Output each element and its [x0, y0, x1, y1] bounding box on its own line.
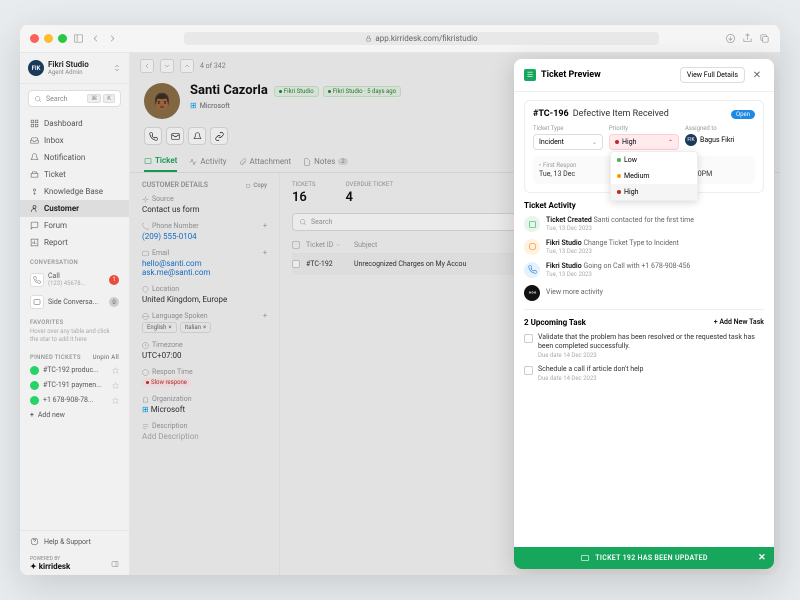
task-checkbox[interactable]: [524, 334, 533, 343]
pinned-item[interactable]: #TC-191 paymen...: [20, 378, 129, 393]
url-bar[interactable]: app.kirridesk.com/fikristudio: [184, 32, 659, 45]
help-support[interactable]: Help & Support: [30, 537, 119, 546]
nav-inbox[interactable]: Inbox: [20, 132, 129, 149]
view-more-activity[interactable]: View more activity: [524, 285, 764, 301]
status-badge: Open: [731, 110, 755, 119]
lock-icon: [365, 35, 372, 42]
section-favorites: FAVORITES: [20, 313, 129, 328]
phone-icon: [33, 276, 41, 284]
conversation-call[interactable]: Call(123) 45678... 1: [20, 268, 129, 291]
activity-item: Fikri Studio Change Ticket Type to Incid…: [524, 239, 764, 256]
forward-icon[interactable]: [107, 33, 118, 44]
ticket-preview-panel: ☰ Ticket Preview View Full Details ✕ #TC…: [514, 59, 774, 569]
whatsapp-icon: [30, 381, 39, 390]
ticket-subject: Defective Item Received: [573, 109, 669, 119]
pinned-item[interactable]: #TC-192 produc...: [20, 363, 129, 378]
pin-icon[interactable]: [112, 382, 119, 389]
back-icon[interactable]: [90, 33, 101, 44]
share-icon[interactable]: [742, 33, 753, 44]
traffic-lights: [30, 34, 67, 43]
conversation-side[interactable]: Side Conversa... 0: [20, 291, 129, 313]
priority-option-medium[interactable]: Medium: [611, 168, 697, 184]
close-dot[interactable]: [30, 34, 39, 43]
favorites-hint: Hover over any table and click the star …: [20, 328, 129, 348]
activity-title: Ticket Activity: [524, 201, 764, 210]
sidebar: FIK Fikri Studio Agent Admin Search ⌘K D…: [20, 53, 130, 575]
panel-logo-icon: ☰: [524, 69, 536, 81]
search-icon: [34, 95, 42, 103]
nav-ticket[interactable]: Ticket: [20, 166, 129, 183]
close-panel-button[interactable]: ✕: [750, 68, 764, 82]
nav-dashboard[interactable]: Dashboard: [20, 115, 129, 132]
copy-icon[interactable]: [759, 33, 770, 44]
pinned-item[interactable]: +1 678-908-78...: [20, 393, 129, 408]
tasks-title: 2 Upcoming Task: [524, 318, 586, 327]
call-icon: [524, 262, 540, 278]
panel-title: Ticket Preview: [541, 70, 675, 80]
whatsapp-icon: [30, 396, 39, 405]
nav-report[interactable]: Report: [20, 234, 129, 251]
ticket-id: #TC-196: [533, 109, 569, 119]
priority-option-high[interactable]: High: [611, 184, 697, 200]
nav-customer[interactable]: Customer: [20, 200, 129, 217]
task-checkbox[interactable]: [524, 366, 533, 375]
update-toast: TICKET 192 HAS BEEN UPDATED ✕: [514, 547, 774, 569]
titlebar: app.kirridesk.com/fikristudio: [20, 25, 780, 53]
priority-option-low[interactable]: Low: [611, 152, 697, 168]
unpin-all[interactable]: Unpin All: [93, 354, 119, 361]
activity-item: Fikri Studio Going on Call with +1 678-9…: [524, 262, 764, 279]
powered-by: POWERED BY✦ kirridesk: [20, 552, 129, 575]
add-task-button[interactable]: + Add New Task: [714, 318, 764, 326]
pin-icon[interactable]: [112, 367, 119, 374]
nav-knowledge-base[interactable]: Knowledge Base: [20, 183, 129, 200]
nav-forum[interactable]: Forum: [20, 217, 129, 234]
min-dot[interactable]: [44, 34, 53, 43]
download-icon[interactable]: [725, 33, 736, 44]
sidebar-icon[interactable]: [73, 33, 84, 44]
ticket-created-icon: [524, 216, 540, 232]
nav-notification[interactable]: Notification: [20, 149, 129, 166]
chevron-updown-icon: [113, 64, 121, 72]
priority-dropdown: Low Medium High: [610, 151, 698, 201]
url-text: app.kirridesk.com/fikristudio: [375, 34, 477, 43]
primary-nav: Dashboard Inbox Notification Ticket Know…: [20, 113, 129, 253]
assigned-to[interactable]: FIKBagus Fikri: [685, 134, 755, 146]
workspace-avatar: FIK: [28, 60, 44, 76]
activity-item: Ticket Created Santi contacted for the f…: [524, 216, 764, 233]
workspace-role: Agent Admin: [48, 69, 89, 76]
whatsapp-icon: [30, 366, 39, 375]
section-conversation: CONVERSATION: [20, 253, 129, 268]
section-pinned: PINNED TICKETS Unpin All: [20, 348, 129, 363]
badge-count: 1: [109, 275, 119, 285]
toast-close-button[interactable]: ✕: [758, 553, 766, 563]
search-input[interactable]: Search ⌘K: [28, 90, 121, 107]
collapse-icon[interactable]: [111, 560, 119, 568]
change-type-icon: [524, 239, 540, 255]
view-full-details-button[interactable]: View Full Details: [680, 67, 745, 83]
add-pinned[interactable]: +Add new: [20, 408, 129, 422]
task-item: Schedule a call if article don't helpDue…: [524, 365, 764, 382]
chat-icon: [33, 298, 41, 306]
max-dot[interactable]: [58, 34, 67, 43]
task-item: Validate that the problem has been resol…: [524, 333, 764, 359]
search-placeholder: Search: [46, 95, 68, 103]
ticket-type-select[interactable]: Incident⌄: [533, 134, 603, 150]
ticket-icon: [580, 553, 590, 563]
pin-icon[interactable]: [112, 397, 119, 404]
workspace-switcher[interactable]: FIK Fikri Studio Agent Admin: [20, 53, 129, 84]
more-icon: [524, 285, 540, 301]
workspace-name: Fikri Studio: [48, 60, 89, 69]
priority-select[interactable]: High⌃ Low Medium High: [609, 134, 679, 150]
